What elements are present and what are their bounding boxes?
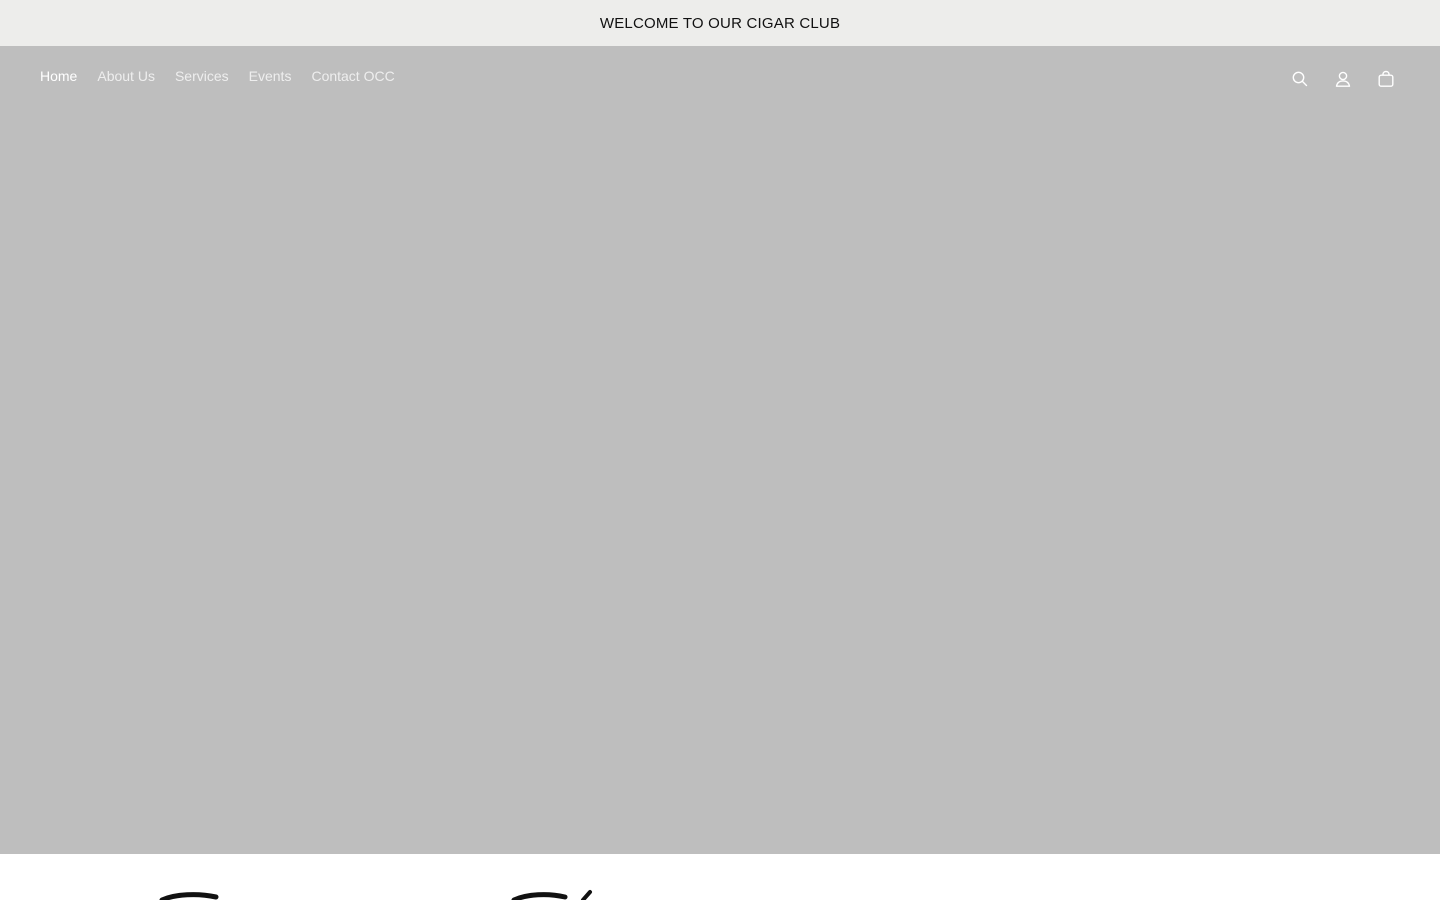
announcement-text: WELCOME TO OUR CIGAR CLUB <box>599 14 841 32</box>
header-icons <box>1289 68 1396 89</box>
cart-icon[interactable] <box>1375 68 1396 89</box>
announcement-bar: WELCOME TO OUR CIGAR CLUB <box>0 0 1440 46</box>
nav-home[interactable]: Home <box>40 68 77 84</box>
nav-about-us[interactable]: About Us <box>97 68 155 84</box>
content-section <box>0 854 1440 900</box>
account-icon[interactable] <box>1332 68 1353 89</box>
nav-contact-occ[interactable]: Contact OCC <box>311 68 394 84</box>
nav-services[interactable]: Services <box>175 68 229 84</box>
hero-banner: Home About Us Services Events Contact OC… <box>0 46 1440 854</box>
nav-events[interactable]: Events <box>249 68 292 84</box>
site-header: Home About Us Services Events Contact OC… <box>0 46 1440 110</box>
main-nav: Home About Us Services Events Contact OC… <box>40 68 395 84</box>
section-heading-partial <box>159 890 592 900</box>
search-icon[interactable] <box>1289 68 1310 89</box>
